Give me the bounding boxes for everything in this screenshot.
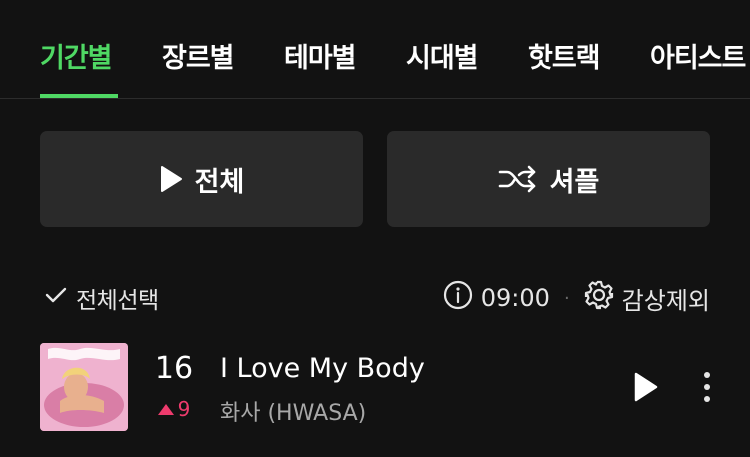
category-tabs: 기간별 장르별 테마별 시대별 핫트랙 아티스트 [0, 0, 750, 99]
separator-dot: · [563, 287, 570, 309]
tab-hot-track[interactable]: 핫트랙 [528, 36, 601, 75]
toolbar-right: 09:00 · 감상제외 [443, 278, 710, 318]
rank-up-icon [157, 403, 174, 415]
track-row[interactable]: 16 9 I Love My Body 화사 (HWASA) [0, 343, 750, 431]
play-all-label: 전체 [194, 166, 245, 198]
check-icon [44, 285, 68, 311]
track-title[interactable]: I Love My Body [220, 353, 425, 384]
play-all-button[interactable]: 전체 [40, 131, 363, 227]
track-rank: 16 [154, 351, 194, 386]
list-toolbar: 전체선택 09:00 · 감상제외 [0, 278, 750, 318]
album-art[interactable] [40, 343, 128, 431]
shuffle-icon [498, 165, 538, 193]
tab-theme[interactable]: 테마별 [284, 36, 357, 75]
play-icon [159, 165, 183, 193]
timer-value[interactable]: 09:00 [481, 284, 550, 312]
gear-icon[interactable] [584, 280, 614, 316]
shuffle-button[interactable]: 셔플 [387, 131, 710, 227]
track-artist[interactable]: 화사 (HWASA) [220, 395, 366, 427]
exclude-label[interactable]: 감상제외 [622, 281, 710, 316]
info-icon[interactable] [443, 280, 473, 316]
rank-change: 9 [150, 397, 198, 421]
shuffle-label: 셔플 [549, 166, 600, 198]
select-all-button[interactable]: 전체선택 [44, 278, 159, 318]
tab-genre[interactable]: 장르별 [162, 36, 235, 75]
active-tab-indicator [40, 94, 118, 98]
track-play-button[interactable] [628, 369, 662, 405]
tab-era[interactable]: 시대별 [406, 36, 479, 75]
more-vertical-icon[interactable] [696, 369, 718, 405]
tab-artist[interactable]: 아티스트 [650, 36, 746, 75]
tab-period[interactable]: 기간별 [40, 36, 113, 75]
rank-change-value: 9 [177, 397, 191, 421]
select-all-label: 전체선택 [76, 288, 159, 314]
